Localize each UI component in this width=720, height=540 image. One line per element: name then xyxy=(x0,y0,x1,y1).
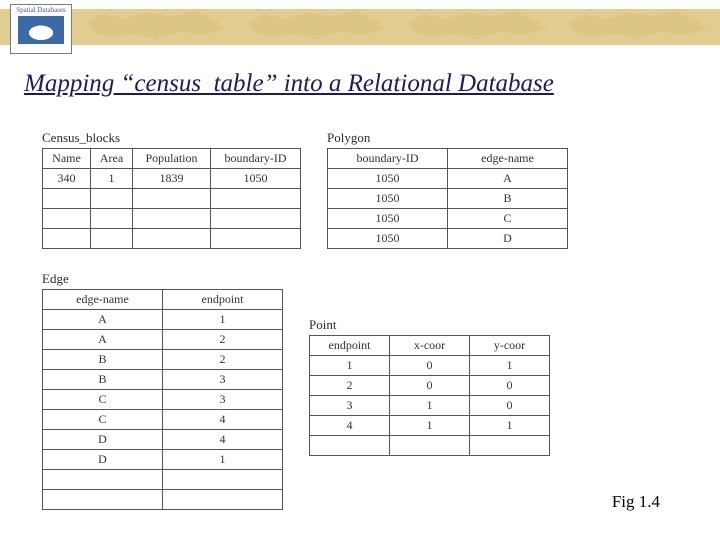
table-cell: 1050 xyxy=(328,209,448,229)
table-cell: 1839 xyxy=(133,169,211,189)
table-cell: B xyxy=(448,189,568,209)
table-cell: C xyxy=(43,390,163,410)
edge-table: Edge edge-nameendpointA1A2B2B3C3C4D4D1 xyxy=(42,271,283,510)
table-cell: A xyxy=(448,169,568,189)
table-row: C3 xyxy=(43,390,283,410)
polygon-table: Polygon boundary-IDedge-name1050A1050B10… xyxy=(327,130,568,249)
table-cell: D xyxy=(43,430,163,450)
polygon-label: Polygon xyxy=(327,130,568,146)
table-cell: C xyxy=(448,209,568,229)
table-row: B2 xyxy=(43,350,283,370)
table-cell: 1 xyxy=(470,416,550,436)
table-cell: 1050 xyxy=(328,169,448,189)
column-header: y-coor xyxy=(470,336,550,356)
table-row: 1050A xyxy=(328,169,568,189)
table-row: A1 xyxy=(43,310,283,330)
column-header: endpoint xyxy=(163,290,283,310)
table-row-empty xyxy=(43,189,301,209)
table-row-empty xyxy=(310,436,550,456)
table-cell: 0 xyxy=(390,376,470,396)
table-cell: 3 xyxy=(163,370,283,390)
column-header: x-coor xyxy=(390,336,470,356)
table-cell: 0 xyxy=(470,376,550,396)
table-row: 1050C xyxy=(328,209,568,229)
table-cell: 2 xyxy=(163,350,283,370)
table-row: D1 xyxy=(43,450,283,470)
point-label: Point xyxy=(309,317,550,333)
table-cell: 1050 xyxy=(211,169,301,189)
tables-area: Census_blocks NameAreaPopulationboundary… xyxy=(42,130,678,510)
slide-title: Mapping “census_table” into a Relational… xyxy=(24,70,554,98)
table-cell: 1 xyxy=(470,356,550,376)
table-cell: 0 xyxy=(470,396,550,416)
table-cell: D xyxy=(43,450,163,470)
figure-caption: Fig 1.4 xyxy=(612,492,660,512)
table-cell: 1 xyxy=(310,356,390,376)
table-cell: 4 xyxy=(310,416,390,436)
table-row: 1050D xyxy=(328,229,568,249)
column-header: edge-name xyxy=(448,149,568,169)
header-band: Spatial Databases xyxy=(0,0,720,54)
table-row: 200 xyxy=(310,376,550,396)
table-cell: 0 xyxy=(390,356,470,376)
cloud-icon xyxy=(18,16,64,44)
table-row-empty xyxy=(43,490,283,510)
table-cell: 1 xyxy=(163,310,283,330)
table-cell: 1050 xyxy=(328,189,448,209)
table-row: 1050B xyxy=(328,189,568,209)
table-row: A2 xyxy=(43,330,283,350)
column-header: boundary-ID xyxy=(328,149,448,169)
column-header: boundary-ID xyxy=(211,149,301,169)
table-cell: 3 xyxy=(310,396,390,416)
table-cell: 340 xyxy=(43,169,91,189)
table-row: C4 xyxy=(43,410,283,430)
table-row: D4 xyxy=(43,430,283,450)
table-cell: A xyxy=(43,310,163,330)
table-cell: A xyxy=(43,330,163,350)
column-header: Area xyxy=(91,149,133,169)
column-header: Population xyxy=(133,149,211,169)
table-row: 310 xyxy=(310,396,550,416)
table-cell: 1 xyxy=(390,416,470,436)
logo-text: Spatial Databases xyxy=(12,6,70,14)
table-cell: B xyxy=(43,350,163,370)
table-cell: 3 xyxy=(163,390,283,410)
table-row: 340118391050 xyxy=(43,169,301,189)
column-header: edge-name xyxy=(43,290,163,310)
header-map-decoration xyxy=(80,6,714,48)
table-row: 411 xyxy=(310,416,550,436)
table-row-empty xyxy=(43,470,283,490)
table-cell: 1050 xyxy=(328,229,448,249)
table-row: 101 xyxy=(310,356,550,376)
column-header: Name xyxy=(43,149,91,169)
census-blocks-table: Census_blocks NameAreaPopulationboundary… xyxy=(42,130,301,249)
table-cell: 2 xyxy=(163,330,283,350)
table-cell: 1 xyxy=(163,450,283,470)
point-table: Point endpointx-coory-coor101200310411 xyxy=(309,317,550,456)
table-cell: 4 xyxy=(163,430,283,450)
table-cell: C xyxy=(43,410,163,430)
table-cell: D xyxy=(448,229,568,249)
table-cell: 1 xyxy=(390,396,470,416)
table-cell: 1 xyxy=(91,169,133,189)
book-logo: Spatial Databases xyxy=(10,4,72,54)
table-cell: 2 xyxy=(310,376,390,396)
table-row-empty xyxy=(43,209,301,229)
table-row: B3 xyxy=(43,370,283,390)
edge-label: Edge xyxy=(42,271,283,287)
census-blocks-label: Census_blocks xyxy=(42,130,301,146)
table-row-empty xyxy=(43,229,301,249)
table-cell: 4 xyxy=(163,410,283,430)
table-cell: B xyxy=(43,370,163,390)
column-header: endpoint xyxy=(310,336,390,356)
